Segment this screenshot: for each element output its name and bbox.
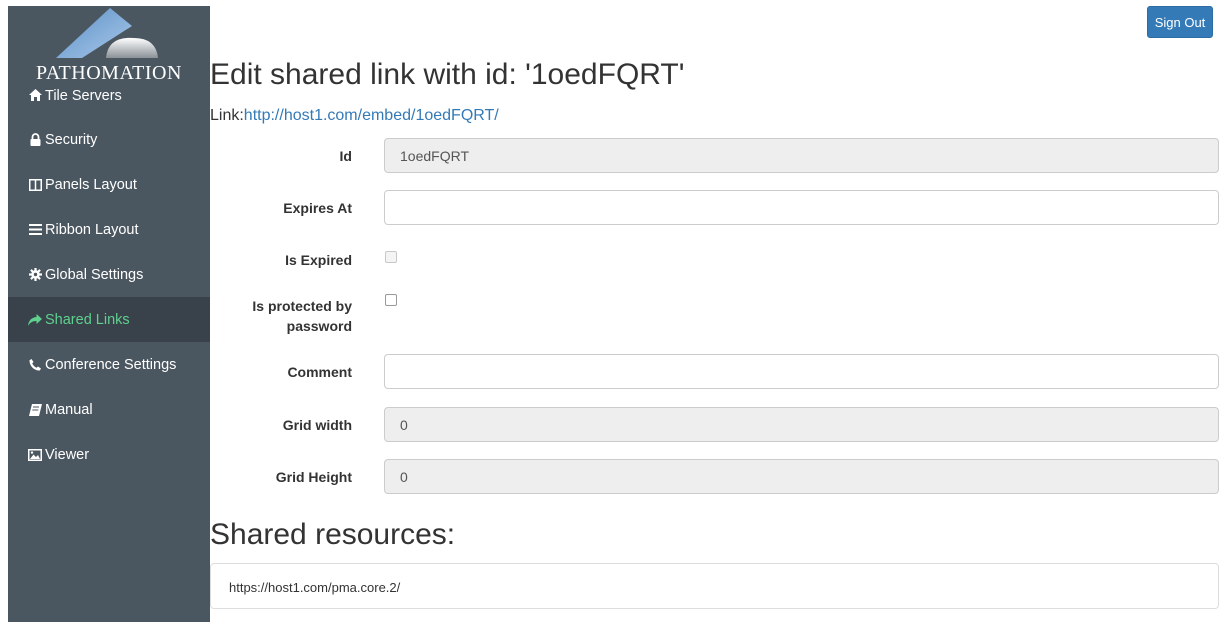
expires-at-field[interactable] (384, 190, 1219, 225)
shared-link-line: Link:http://host1.com/embed/1oedFQRT/ (210, 107, 499, 125)
lock-icon (28, 133, 42, 147)
expires-at-label: Expires At (283, 200, 352, 216)
sidebar-item-label: Tile Servers (45, 88, 122, 104)
link-prefix: Link: (210, 107, 244, 124)
sidebar-item-label: Panels Layout (45, 176, 137, 193)
protected-label-line2: password (286, 318, 352, 334)
pathomation-logo[interactable]: PATHOMATION (8, 6, 210, 88)
image-icon (28, 448, 42, 462)
book-icon (28, 403, 42, 417)
id-field[interactable]: 1oedFQRT (384, 138, 1219, 173)
sidebar-item-label: Viewer (45, 446, 90, 463)
sidebar-item-label: Conference Settings (45, 356, 177, 373)
home-icon (28, 88, 42, 102)
shared-resources-title: Shared resources: (210, 518, 456, 551)
id-label: Id (339, 148, 352, 164)
page-title: Edit shared link with id: '1oedFQRT' (210, 58, 685, 91)
columns-icon (28, 178, 42, 192)
phone-icon (28, 358, 42, 372)
comment-field[interactable] (384, 354, 1219, 389)
grid-height-field[interactable]: 0 (384, 459, 1219, 494)
sidebar-item-label: Security (45, 131, 98, 148)
protected-label-line1: Is protected by (252, 298, 352, 314)
sidebar-item-label: Shared Links (45, 311, 130, 328)
comment-label: Comment (287, 364, 352, 380)
share-icon (28, 313, 42, 327)
sign-out-button[interactable]: Sign Out (1147, 6, 1213, 38)
shared-resources-list: https://host1.com/pma.core.2/ (210, 563, 1219, 609)
protected-checkbox[interactable] (385, 294, 397, 306)
protected-label: Is protected by password (172, 296, 352, 336)
sidebar-item-tile-servers[interactable]: Tile Servers (8, 84, 210, 117)
sidebar-item-label: Manual (45, 401, 93, 418)
sidebar-item-label: Ribbon Layout (45, 221, 139, 238)
brand-name: PATHOMATION (36, 62, 182, 84)
logo-mark-icon (56, 8, 158, 58)
is-expired-label: Is Expired (285, 252, 352, 268)
sidebar-item-label: Global Settings (45, 266, 144, 283)
is-expired-checkbox[interactable] (385, 251, 397, 263)
list-item[interactable]: https://host1.com/pma.core.2/ (229, 564, 400, 610)
bars-icon (28, 223, 42, 237)
grid-width-field[interactable]: 0 (384, 407, 1219, 442)
grid-height-label: Grid Height (275, 469, 352, 485)
shared-link-url[interactable]: http://host1.com/embed/1oedFQRT/ (244, 107, 499, 124)
grid-width-label: Grid width (282, 417, 352, 433)
gear-icon (28, 268, 42, 282)
